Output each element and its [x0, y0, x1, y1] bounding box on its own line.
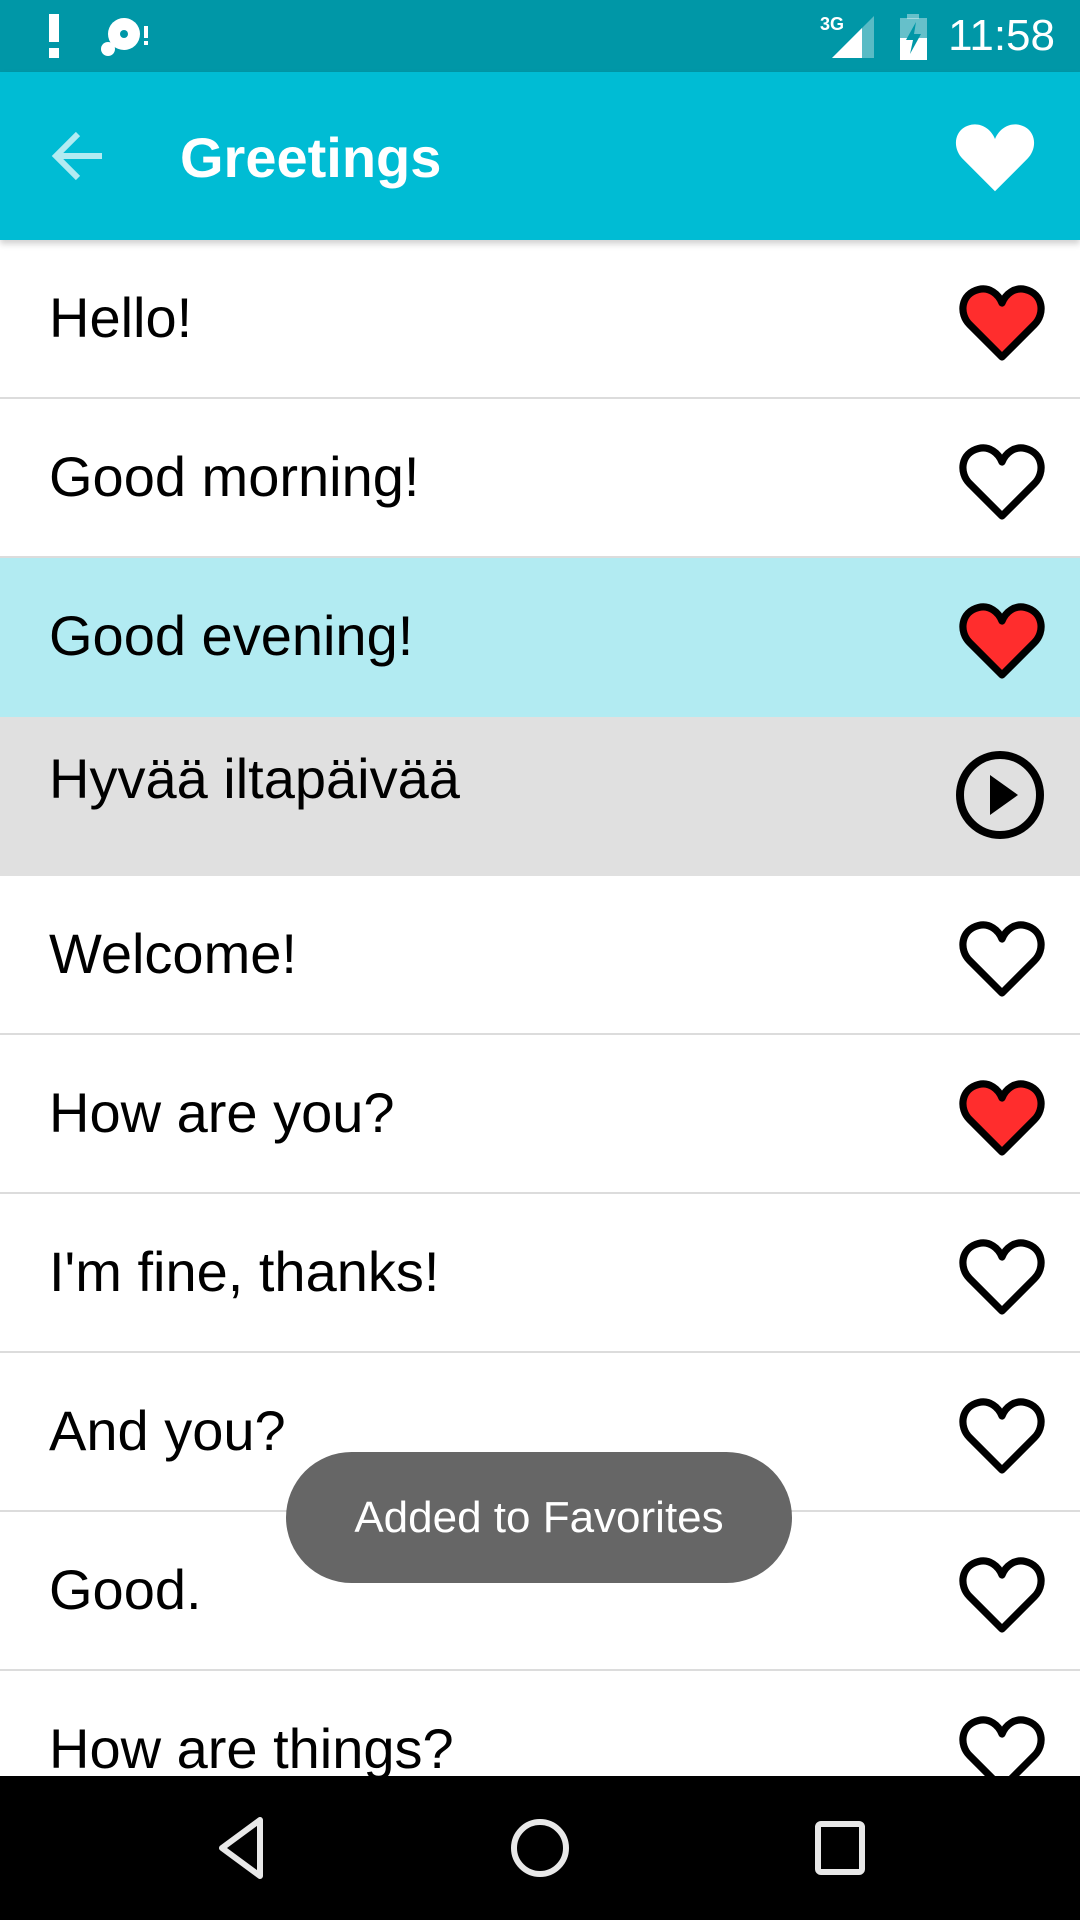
favorite-toggle[interactable] — [952, 435, 1052, 525]
favorite-toggle[interactable] — [952, 1548, 1052, 1638]
favorite-toggle[interactable] — [952, 276, 1052, 366]
recents-icon — [815, 1821, 865, 1875]
app-toolbar: Greetings — [0, 72, 1080, 240]
phrase-text: How are you? — [49, 1081, 395, 1144]
phrase-text: How are things? — [49, 1717, 454, 1776]
heart-icon — [959, 603, 1045, 679]
heart-icon — [959, 1080, 1045, 1156]
phrase-text: And you? — [49, 1399, 286, 1462]
translation-text: Hyvää iltapäivää — [49, 747, 460, 810]
list-item[interactable]: Good morning! — [0, 399, 1080, 558]
favorite-toggle[interactable] — [952, 912, 1052, 1002]
list-item[interactable]: Welcome! — [0, 876, 1080, 1035]
list-item[interactable]: I'm fine, thanks! — [0, 1194, 1080, 1353]
phrase-text: Good. — [49, 1558, 202, 1621]
clock: 11:58 — [948, 11, 1055, 60]
navigation-bar — [0, 1776, 1080, 1920]
nav-home-button[interactable] — [500, 1808, 580, 1888]
heart-outline-icon — [959, 444, 1045, 520]
heart-outline-icon — [959, 1716, 1045, 1776]
list-item[interactable]: Hello! — [0, 240, 1080, 399]
favorite-toggle[interactable] — [952, 1230, 1052, 1320]
toast-message: Added to Favorites — [286, 1452, 792, 1583]
back-icon — [219, 1817, 263, 1879]
page-title: Greetings — [180, 126, 442, 189]
phrase-text: Good evening! — [49, 604, 414, 667]
heart-outline-icon — [959, 1239, 1045, 1315]
battery-charging-icon — [900, 14, 927, 60]
heart-outline-icon — [959, 1557, 1045, 1633]
heart-outline-icon — [959, 1398, 1045, 1474]
favorite-toggle[interactable] — [952, 1071, 1052, 1161]
list-item[interactable]: Good evening! — [0, 558, 1080, 717]
translation-row[interactable]: Hyvää iltapäivää — [0, 717, 1080, 876]
heart-icon — [959, 285, 1045, 361]
network-type-label: 3G — [820, 14, 844, 34]
favorite-toggle[interactable] — [952, 1389, 1052, 1479]
favorites-button[interactable] — [950, 112, 1040, 202]
back-button[interactable] — [40, 116, 120, 196]
phrase-text: I'm fine, thanks! — [49, 1240, 440, 1303]
play-button[interactable] — [952, 745, 1052, 839]
phrase-text: Welcome! — [49, 922, 297, 985]
play-circle-icon — [956, 751, 1044, 839]
signal-3g-icon: 3G — [820, 14, 874, 58]
status-bar: 3G 11:58 — [0, 0, 1080, 72]
heart-outline-icon — [959, 921, 1045, 997]
arrow-back-icon — [51, 131, 102, 181]
nav-recents-button[interactable] — [800, 1808, 880, 1888]
favorite-toggle[interactable] — [952, 1707, 1052, 1776]
sync-error-icon — [101, 18, 148, 56]
list-item[interactable]: How are you? — [0, 1035, 1080, 1194]
home-icon — [511, 1819, 569, 1877]
phrase-text: Hello! — [49, 286, 193, 349]
favorite-toggle[interactable] — [952, 594, 1052, 684]
phrase-text: Good morning! — [49, 445, 420, 508]
alert-icon — [49, 14, 59, 58]
heart-icon — [955, 124, 1035, 192]
nav-back-button[interactable] — [200, 1808, 280, 1888]
list-item[interactable]: How are things? — [0, 1671, 1080, 1776]
